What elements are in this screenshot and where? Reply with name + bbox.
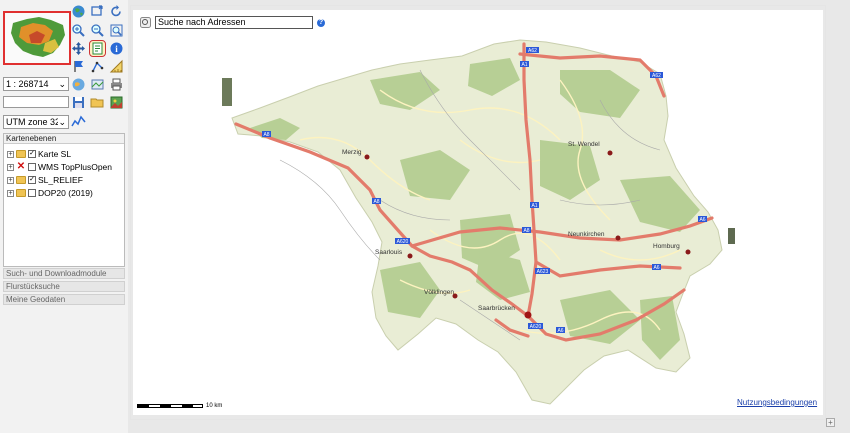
- highway-label: A620: [530, 324, 542, 330]
- error-icon: ✕: [16, 161, 26, 172]
- layer-item[interactable]: + DOP20 (2019): [7, 187, 93, 199]
- flag-icon[interactable]: [71, 59, 86, 74]
- town-label: St. Wendel: [568, 141, 600, 148]
- overview-map-image: [5, 13, 69, 63]
- projection-select[interactable]: UTM zone 32N ⌄: [3, 115, 69, 129]
- expand-icon[interactable]: +: [7, 150, 14, 158]
- accordion-download[interactable]: Such- und Downloadmodule: [3, 268, 125, 279]
- measure-icon[interactable]: [90, 59, 105, 74]
- scale-bar-graphic: [137, 404, 203, 408]
- layer-label: DOP20 (2019): [38, 188, 93, 198]
- layer-checkbox[interactable]: [28, 189, 36, 197]
- layer-item[interactable]: + ✓ SL_RELIEF: [7, 174, 83, 186]
- layer-checkbox[interactable]: [28, 163, 36, 171]
- image-export-icon[interactable]: [109, 95, 124, 110]
- search-input[interactable]: Suche nach Adressen: [155, 16, 313, 29]
- terms-of-use-link[interactable]: Nutzungsbedingungen: [737, 398, 817, 407]
- layers-panel: Kartenebenen + ✓ Karte SL + ✕ WMS TopPlu…: [3, 133, 125, 267]
- scale-bar: 10 km: [137, 403, 222, 409]
- highway-label: A6: [653, 265, 659, 271]
- ruler-icon[interactable]: [109, 59, 124, 74]
- address-input[interactable]: [3, 96, 69, 108]
- zoom-in-icon[interactable]: [71, 23, 86, 38]
- town-marker: [407, 253, 413, 259]
- elevation-profile-icon[interactable]: [71, 114, 86, 129]
- layer-label: SL_RELIEF: [38, 175, 83, 185]
- projection-value: UTM zone 32N: [6, 117, 59, 127]
- save-icon[interactable]: [71, 95, 86, 110]
- layer-item[interactable]: + ✓ Karte SL: [7, 148, 71, 160]
- imagery-tile: [728, 228, 735, 244]
- accordion-parcel-search[interactable]: Flurstücksuche: [3, 281, 125, 292]
- help-icon[interactable]: ?: [317, 18, 325, 27]
- highway-label: A1: [521, 62, 527, 68]
- print-icon[interactable]: [109, 77, 124, 92]
- scale-value: 1 : 268714: [6, 79, 49, 89]
- town-marker: [364, 154, 370, 160]
- town-marker: [615, 235, 621, 241]
- highway-label: A620: [397, 239, 409, 245]
- highway-label: A1: [531, 203, 537, 209]
- highway-label: A623: [537, 269, 549, 275]
- info-icon[interactable]: i: [109, 41, 124, 56]
- sidebar: i 1 : 268714 ⌄ UTM zone 32N ⌄ Ka: [0, 0, 128, 433]
- zoom-out-icon[interactable]: [90, 23, 105, 38]
- chevron-down-icon: ⌄: [58, 78, 66, 89]
- open-folder-icon[interactable]: [90, 95, 105, 110]
- highway-label: A8: [263, 132, 269, 138]
- highway-label: A6: [699, 217, 705, 223]
- map-icon[interactable]: [90, 77, 105, 92]
- highway-label: A8: [523, 228, 529, 234]
- capital-marker: [524, 311, 532, 319]
- world-icon[interactable]: [71, 77, 86, 92]
- layer-checkbox[interactable]: ✓: [28, 150, 36, 158]
- map-canvas[interactable]: A62 A1 A62 A8 A8 A1 A8 A6 A620 A6 A623 A…: [133, 10, 823, 415]
- town-label: Völklingen: [424, 289, 454, 296]
- layer-label: Karte SL: [38, 149, 72, 159]
- overview-map[interactable]: [3, 11, 71, 65]
- town-marker: [685, 249, 691, 255]
- saarland-map: A62 A1 A62 A8 A8 A1 A8 A6 A620 A6 A623 A…: [222, 39, 735, 405]
- town-label: Saarbrücken: [478, 305, 515, 312]
- folder-icon: [16, 189, 26, 197]
- town-marker: [607, 150, 613, 156]
- back-icon[interactable]: [109, 4, 124, 19]
- scale-select[interactable]: 1 : 268714 ⌄: [3, 77, 69, 91]
- expand-corner-icon[interactable]: +: [826, 418, 835, 427]
- layer-item[interactable]: + ✕ WMS TopPlusOpen: [7, 161, 112, 173]
- scale-bar-label: 10 km: [206, 403, 223, 409]
- highway-label: A6: [557, 328, 563, 334]
- layer-checkbox[interactable]: ✓: [28, 176, 36, 184]
- accordion-my-geodata[interactable]: Meine Geodaten: [3, 294, 125, 305]
- folder-icon: [16, 150, 26, 158]
- expand-icon[interactable]: +: [7, 176, 14, 184]
- expand-icon[interactable]: +: [7, 189, 14, 197]
- pan-icon[interactable]: [71, 41, 86, 56]
- layers-panel-title: Kartenebenen: [4, 134, 124, 144]
- highway-label: A62: [652, 73, 661, 79]
- town-label: Saarlouis: [375, 249, 403, 256]
- town-label: Merzig: [342, 149, 362, 156]
- highway-label: A8: [373, 199, 379, 205]
- feature-info-icon[interactable]: [89, 40, 106, 57]
- layer-label: WMS TopPlusOpen: [38, 162, 113, 172]
- highway-label: A62: [528, 48, 537, 54]
- chevron-down-icon: ⌄: [58, 116, 66, 127]
- zoom-extent-icon[interactable]: [109, 23, 124, 38]
- address-search: Suche nach Adressen ?: [140, 16, 325, 29]
- folder-icon: [16, 176, 26, 184]
- imagery-tile: [222, 78, 232, 106]
- expand-icon[interactable]: +: [7, 163, 14, 171]
- town-label: Neunkirchen: [568, 231, 605, 238]
- geocoder-icon: [140, 17, 151, 28]
- zoom-box-icon[interactable]: [90, 4, 105, 19]
- town-label: Homburg: [653, 243, 680, 250]
- globe-icon[interactable]: [71, 4, 86, 19]
